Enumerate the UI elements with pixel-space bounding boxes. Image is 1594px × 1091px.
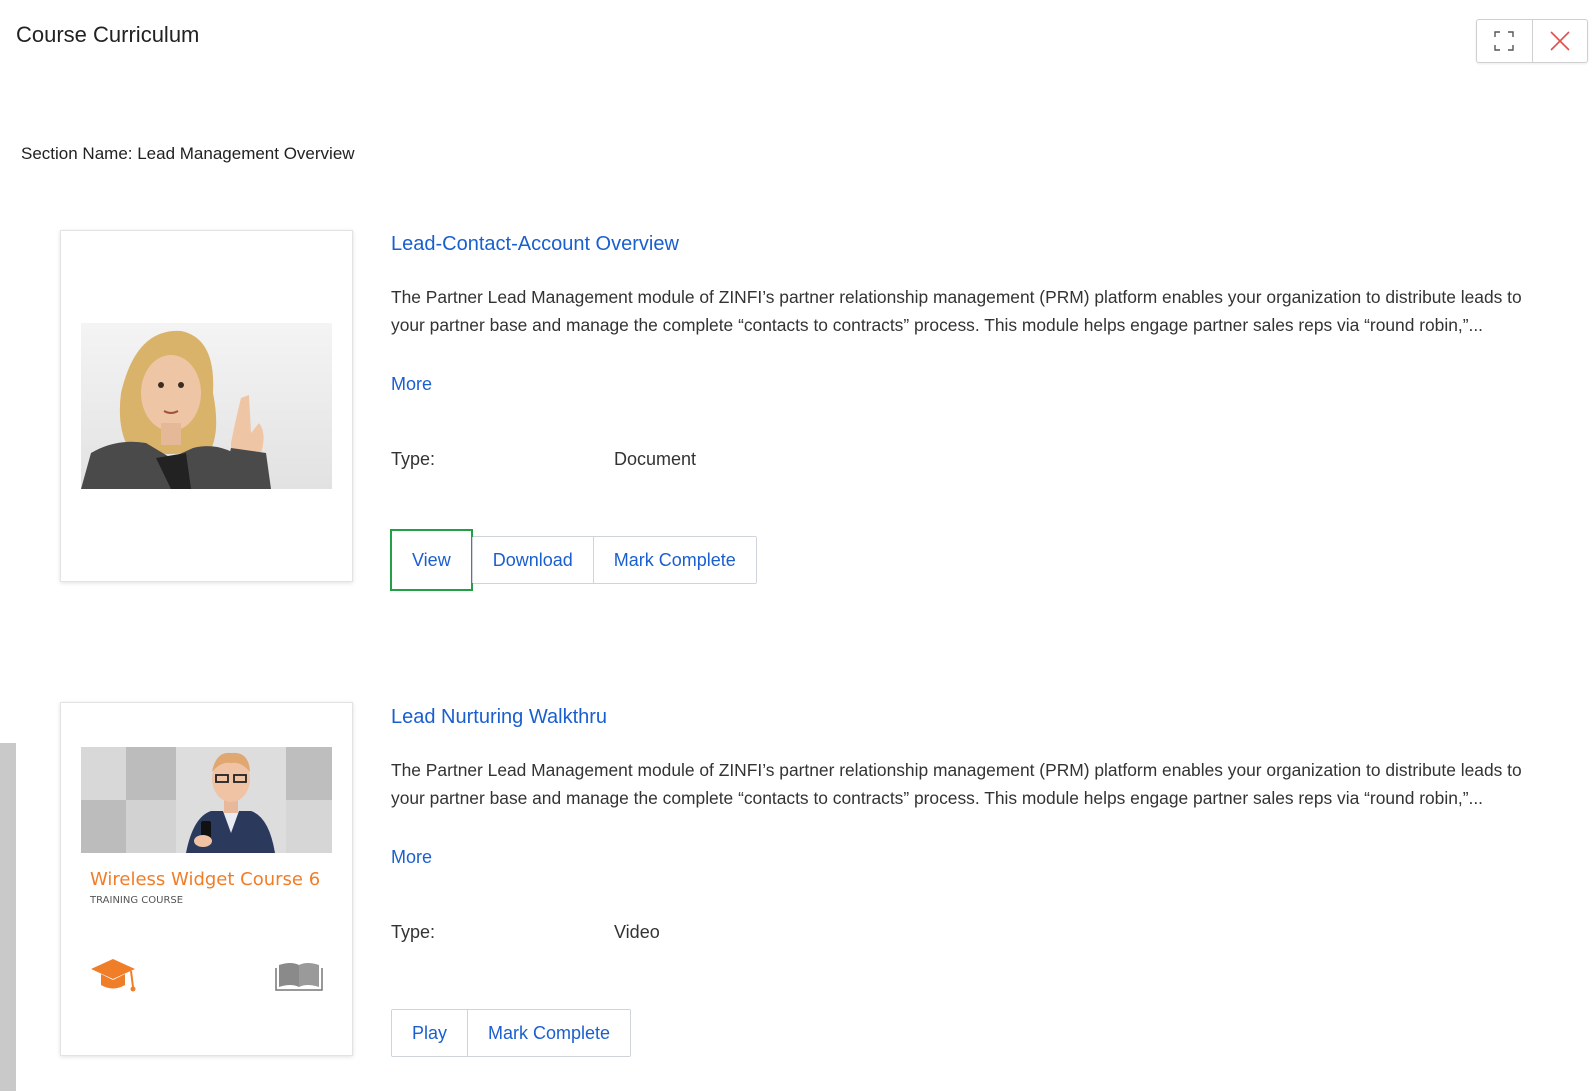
lesson-description: The Partner Lead Management module of ZI… [391,760,1522,808]
expand-button[interactable] [1477,20,1532,62]
play-button[interactable]: Play [392,1010,468,1056]
section-name: Section Name: Lead Management Overview [21,144,355,163]
type-label: Type: [391,922,436,942]
more-link[interactable]: More [391,847,432,868]
lesson-title-link[interactable]: Lead Nurturing Walkthru [391,706,607,729]
more-link[interactable]: More [391,374,432,395]
scrollbar[interactable] [0,743,16,1091]
mark-complete-button[interactable]: Mark Complete [467,1010,631,1056]
mark-complete-button[interactable]: Mark Complete [592,537,756,583]
thumbnail-course-subtitle: TRAINING COURSE [89,895,183,906]
expand-icon [1494,31,1514,51]
type-value: Document [614,449,697,469]
view-button[interactable]: View [390,529,473,591]
lesson-title-link[interactable]: Lead-Contact-Account Overview [391,233,679,256]
page-title: Course Curriculum [16,22,200,47]
window-controls [1476,19,1588,63]
lesson-thumbnail-card [60,230,353,582]
close-button[interactable] [1531,20,1588,62]
close-icon [1550,31,1570,51]
lesson-thumbnail-image: Wireless Widget Course 6 TRAINING COURSE [81,747,332,1009]
lesson-actions: Play Mark Complete [391,1009,632,1057]
lesson-thumbnail-card: Wireless Widget Course 6 TRAINING COURSE [60,702,353,1056]
download-button[interactable]: Download [471,537,593,583]
type-label: Type: [391,449,436,469]
lesson-actions: View Download Mark Complete [390,529,757,591]
lesson-thumbnail-image [81,323,332,489]
lesson-description: The Partner Lead Management module of ZI… [391,287,1522,335]
thumbnail-course-title: Wireless Widget Course 6 [90,869,320,890]
type-value: Video [614,922,660,942]
